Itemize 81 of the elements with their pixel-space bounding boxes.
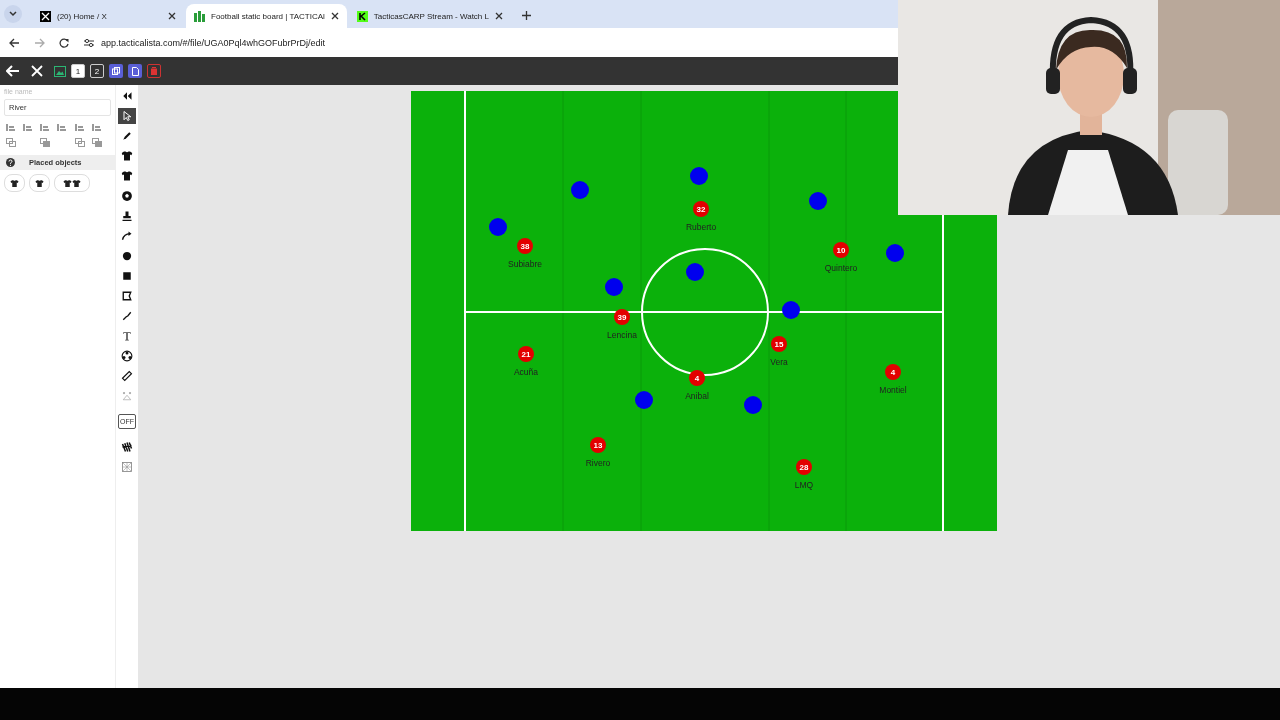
back-arrow-icon[interactable]	[6, 65, 20, 77]
site-icon	[356, 10, 368, 22]
reload-icon[interactable]	[59, 37, 69, 48]
align-icon[interactable]	[57, 124, 67, 132]
balls-icon	[121, 350, 133, 362]
align-icon[interactable]	[91, 124, 101, 132]
document-button[interactable]	[128, 64, 142, 78]
image-icon[interactable]	[54, 65, 66, 77]
document-icon	[131, 66, 139, 76]
text-icon	[121, 330, 133, 342]
align-icon[interactable]	[6, 124, 15, 132]
player-name: Anibal	[685, 391, 709, 401]
circle-icon	[121, 250, 133, 262]
player-name: Acuña	[513, 367, 539, 377]
polygon-icon	[121, 290, 133, 302]
line-icon	[121, 310, 133, 322]
curve-icon	[121, 230, 133, 242]
close-icon[interactable]	[330, 12, 339, 20]
chevron-icon	[9, 11, 17, 17]
page-button[interactable]: 1	[71, 64, 85, 78]
align-icon[interactable]	[23, 124, 33, 132]
player-name: Ruberto	[685, 222, 717, 232]
opponent-marker[interactable]	[809, 192, 827, 210]
shirt-filter-button[interactable]	[29, 174, 50, 192]
back-icon[interactable]	[9, 37, 20, 48]
pattern-icon	[121, 441, 133, 453]
player-name: Rivero	[585, 458, 611, 468]
page-button[interactable]: 2	[90, 64, 104, 78]
browser-tab[interactable]: TacticasCARP Stream - Watch L	[348, 4, 511, 28]
shirts-filter-button[interactable]	[54, 174, 90, 192]
site-icon	[194, 10, 205, 22]
shirt-icon	[121, 170, 133, 182]
address-bar[interactable]: app.tacticalista.com/#/file/UGA0Pql4whGOFubrPrDj/edit	[101, 37, 326, 48]
opponent-marker[interactable]	[744, 396, 762, 414]
opponent-marker[interactable]	[886, 244, 904, 262]
shirt-filter-button[interactable]	[4, 174, 25, 192]
trash-icon	[151, 67, 157, 75]
collapse-icon	[121, 90, 133, 102]
player-name: LMQ	[794, 480, 814, 490]
help-icon[interactable]	[6, 158, 15, 167]
layer-order-icon[interactable]	[40, 138, 51, 147]
opponent-marker[interactable]	[571, 181, 589, 199]
close-icon[interactable]	[168, 12, 176, 20]
opponent-marker[interactable]	[605, 278, 623, 296]
player-name: Subiabre	[508, 259, 542, 269]
copy-icon	[112, 67, 120, 75]
layer-order-icon[interactable]	[74, 138, 85, 147]
shirt-icon	[10, 178, 19, 188]
close-icon[interactable]	[495, 12, 503, 20]
layer-order-icon[interactable]	[91, 138, 102, 147]
shirt-icon	[35, 178, 44, 188]
browser-tab[interactable]: Football static board | TACTICAl	[186, 4, 347, 28]
new-tab-icon[interactable]	[521, 10, 532, 21]
browser-tab[interactable]: (20) Home / X	[32, 4, 184, 28]
align-icon[interactable]	[74, 124, 84, 132]
player-name: Vera	[770, 357, 788, 367]
opponent-marker[interactable]	[690, 167, 708, 185]
layer-order-icon[interactable]	[6, 138, 16, 147]
player-name: Lencina	[607, 330, 637, 340]
delete-button[interactable]	[147, 64, 161, 78]
tab-search-button[interactable]	[4, 5, 22, 23]
shirt-icon	[121, 150, 133, 162]
player-name: Quintero	[824, 263, 858, 273]
opponent-marker[interactable]	[489, 218, 507, 236]
opponent-marker[interactable]	[635, 391, 653, 409]
square-icon	[121, 270, 133, 282]
site-settings-icon[interactable]	[83, 37, 95, 48]
opponent-marker[interactable]	[782, 301, 800, 319]
shirts-icon	[63, 178, 81, 188]
align-icon[interactable]	[40, 124, 50, 132]
ruler-icon	[121, 370, 133, 382]
player-name: Montiel	[879, 385, 907, 395]
stamp-icon	[121, 210, 133, 222]
grid-icon	[121, 461, 133, 473]
site-icon	[40, 10, 51, 22]
select-tool-button[interactable]	[118, 108, 136, 124]
opponent-marker[interactable]	[686, 263, 704, 281]
select-icon	[121, 110, 133, 122]
ball-icon	[121, 190, 133, 202]
copy-button[interactable]	[109, 64, 123, 78]
pen-icon	[121, 130, 133, 142]
